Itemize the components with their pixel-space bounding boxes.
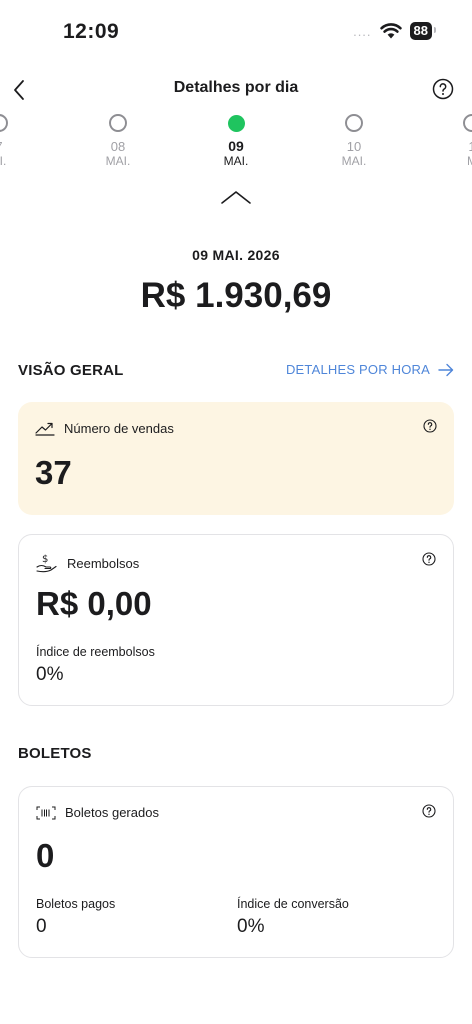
- day-option[interactable]: 1 M: [432, 114, 472, 168]
- hourly-details-label: DETALHES POR HORA: [285, 362, 430, 377]
- sales-count-value: 37: [35, 454, 72, 491]
- refunds-card: $ Reembolsos R$ 0,00 Índice de reembolso…: [18, 534, 454, 706]
- refunds-value: R$ 0,00: [36, 585, 152, 622]
- day-selector: 7 AI. 08 MAI. 09 MAI. 10 MAI. 1 M: [0, 114, 472, 184]
- day-option[interactable]: 7 AI.: [0, 114, 39, 168]
- svg-text:$: $: [42, 554, 48, 565]
- sales-count-card: Número de vendas 37: [18, 402, 454, 515]
- day-option-selected[interactable]: 09 MAI.: [196, 114, 276, 168]
- overview-section-title: VISÃO GERAL: [18, 362, 124, 379]
- refunds-card-label: Reembolsos: [67, 555, 140, 571]
- day-option[interactable]: 08 MAI.: [78, 114, 158, 168]
- help-circle-icon[interactable]: [423, 419, 437, 433]
- wifi-icon: [379, 23, 402, 39]
- boletos-card-header: Boletos gerados: [36, 805, 159, 820]
- daily-details-screen: 12:09 .... 88 Detalhes por dia 7 AI.: [0, 0, 472, 1024]
- sales-card-label: Número de vendas: [64, 420, 174, 436]
- chevron-up-icon[interactable]: [220, 188, 252, 206]
- trend-up-icon: [35, 422, 55, 436]
- daily-total: R$ 1.930,69: [140, 276, 332, 315]
- day-radio-selected: [227, 115, 245, 132]
- refunds-card-header: $ Reembolsos: [36, 553, 139, 573]
- day-radio: [109, 114, 127, 132]
- page-title: Detalhes por dia: [173, 79, 299, 96]
- boletos-paid-label: Boletos pagos: [36, 897, 116, 911]
- day-number: 10: [346, 139, 362, 154]
- money-hand-icon: $: [36, 554, 57, 573]
- boletos-section-title: BOLETOS: [18, 745, 92, 762]
- barcode-icon: [36, 806, 56, 819]
- refund-index-value: 0%: [36, 664, 64, 685]
- day-number: 1: [468, 139, 472, 154]
- nav-header: Detalhes por dia: [0, 70, 472, 110]
- arrow-right-icon: [438, 363, 454, 376]
- day-radio: [0, 114, 8, 132]
- day-option[interactable]: 10 MAI.: [314, 114, 394, 168]
- sales-card-header: Número de vendas: [35, 420, 174, 436]
- day-radio: [463, 114, 472, 132]
- help-circle-icon[interactable]: [422, 552, 436, 566]
- refund-index-label: Índice de reembolsos: [36, 645, 155, 659]
- day-month: AI.: [0, 154, 7, 168]
- conversion-index-value: 0%: [237, 916, 265, 937]
- day-number: 09: [228, 138, 244, 154]
- day-month: M: [432, 154, 472, 168]
- boletos-generated-value: 0: [36, 837, 55, 874]
- help-circle-icon[interactable]: [422, 804, 436, 818]
- help-circle-icon[interactable]: [432, 78, 454, 100]
- status-time: 12:09: [63, 20, 120, 43]
- status-indicators: .... 88: [353, 22, 437, 40]
- status-bar: 12:09 .... 88: [0, 0, 472, 60]
- conversion-index-label: Índice de conversão: [237, 897, 349, 911]
- day-month: MAI.: [341, 154, 367, 168]
- boletos-generated-label: Boletos gerados: [65, 805, 159, 820]
- day-number: 7: [0, 139, 39, 154]
- day-radio: [345, 114, 363, 132]
- hourly-details-link[interactable]: DETALHES POR HORA: [286, 362, 454, 377]
- day-month: MAI.: [105, 154, 131, 168]
- boletos-card: Boletos gerados 0 Boletos pagos 0 Índice…: [18, 786, 454, 958]
- day-month: MAI.: [223, 154, 249, 168]
- day-number: 08: [110, 139, 126, 154]
- cellular-signal-icon: ....: [353, 23, 372, 39]
- selected-date: 09 MAI. 2026: [192, 247, 280, 263]
- boletos-paid-value: 0: [36, 916, 47, 937]
- battery-indicator: 88: [409, 22, 437, 40]
